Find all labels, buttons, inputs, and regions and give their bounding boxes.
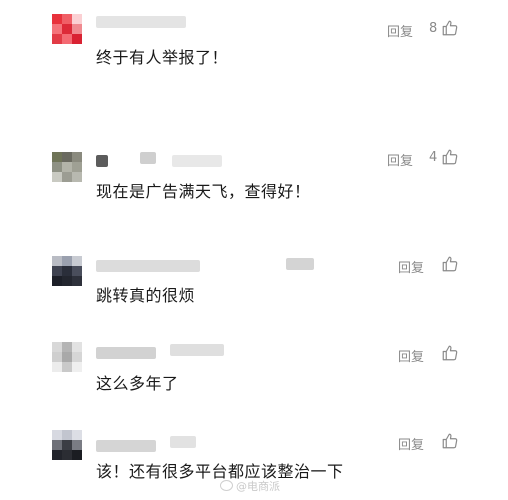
comment-text: 现在是广告满天飞，查得好！ — [96, 182, 311, 201]
username-blurred — [170, 436, 196, 448]
username-blurred — [170, 344, 224, 356]
thumbs-up-icon[interactable] — [441, 344, 459, 362]
username-blurred — [96, 347, 156, 359]
reply-button[interactable]: 回复 — [387, 150, 413, 169]
avatar[interactable] — [52, 152, 82, 182]
watermark-text: @电商派 — [236, 480, 280, 493]
reply-button[interactable]: 回复 — [398, 434, 424, 453]
reply-button[interactable]: 回复 — [398, 346, 424, 365]
avatar[interactable] — [52, 14, 82, 44]
weibo-logo-icon — [220, 480, 233, 491]
reply-button[interactable]: 回复 — [398, 257, 424, 276]
thumbs-up-icon[interactable] — [441, 19, 459, 37]
username-blurred — [96, 16, 186, 28]
username-blurred — [172, 155, 222, 167]
avatar[interactable] — [52, 430, 82, 460]
username-blurred — [96, 260, 200, 272]
comment-text: 这么多年了 — [96, 374, 179, 393]
watermark: @电商派 — [220, 478, 280, 494]
comment-text: 终于有人举报了！ — [96, 48, 229, 67]
like-count: 4 — [429, 150, 438, 165]
comment-text: 跳转真的很烦 — [96, 286, 196, 305]
thumbs-up-icon[interactable] — [441, 432, 459, 450]
username-blurred — [140, 152, 156, 164]
reply-button[interactable]: 回复 — [387, 21, 413, 40]
username-blurred — [96, 155, 108, 167]
like-count: 8 — [429, 21, 438, 36]
avatar[interactable] — [52, 256, 82, 286]
username-blurred — [286, 258, 314, 270]
thumbs-up-icon[interactable] — [441, 148, 459, 166]
avatar[interactable] — [52, 342, 82, 372]
thumbs-up-icon[interactable] — [441, 255, 459, 273]
username-blurred — [96, 440, 156, 452]
